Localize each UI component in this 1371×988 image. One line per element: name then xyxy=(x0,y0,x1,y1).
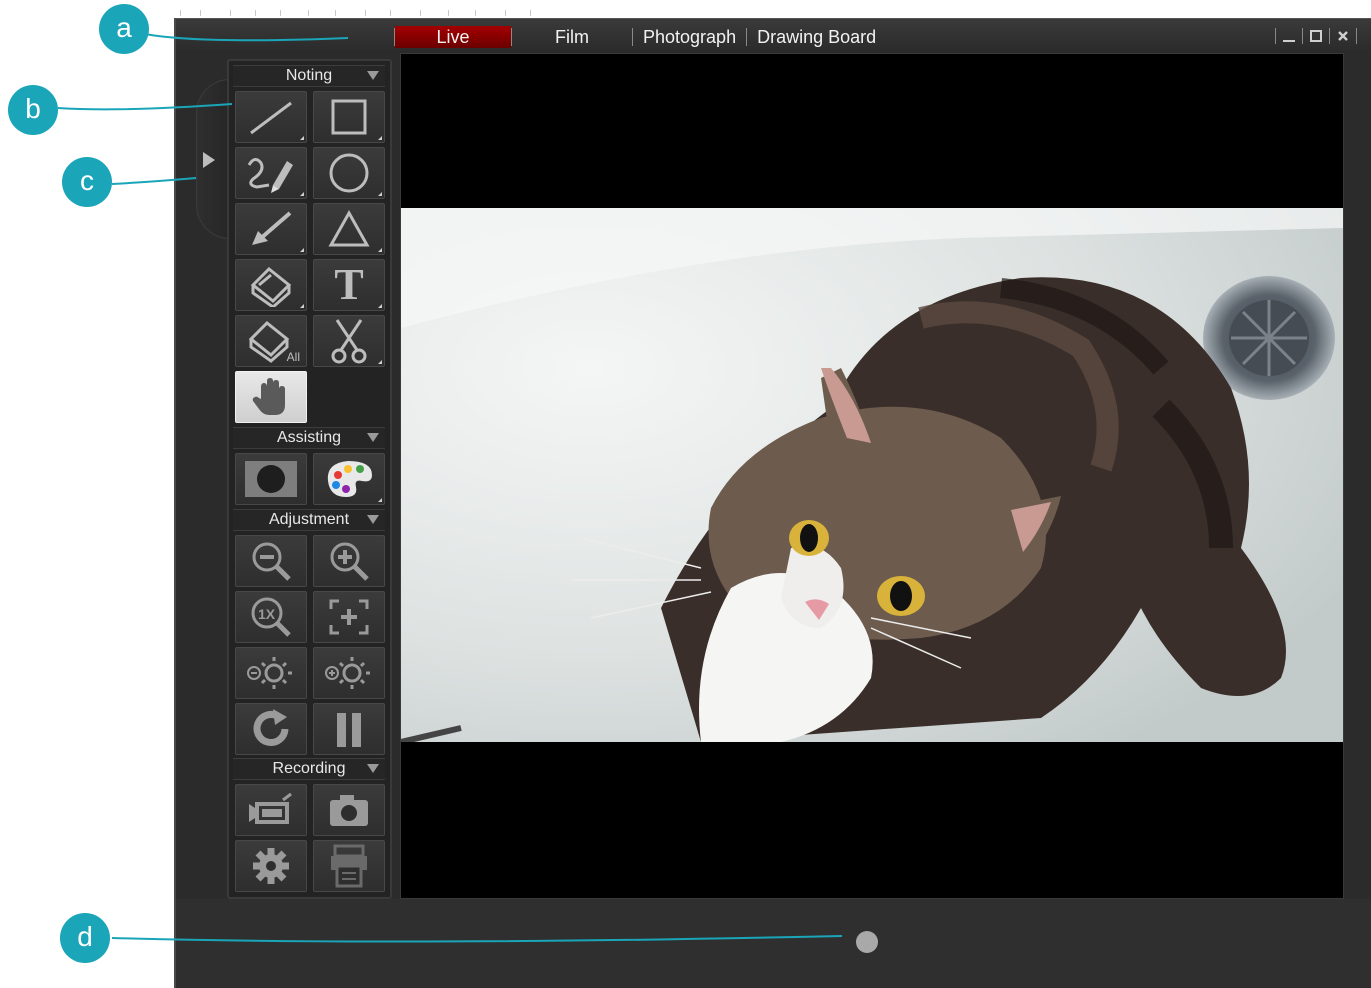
toolbox-expand-handle[interactable] xyxy=(196,79,230,239)
camera-icon xyxy=(330,795,368,826)
section-label: Recording xyxy=(272,760,346,777)
text-tool[interactable]: T xyxy=(313,259,385,311)
pause-button[interactable] xyxy=(313,703,385,755)
settings-button[interactable] xyxy=(235,840,307,892)
cat-photo xyxy=(401,208,1343,742)
eraser-tool[interactable] xyxy=(235,259,307,311)
eraser-icon xyxy=(250,266,292,307)
section-label: Noting xyxy=(285,67,333,84)
triangle-icon xyxy=(328,209,370,247)
fit-to-window-icon xyxy=(329,599,369,635)
live-view-canvas[interactable] xyxy=(400,53,1344,899)
circle-tool[interactable] xyxy=(313,147,385,199)
bottom-bar xyxy=(176,899,1371,988)
window-controls xyxy=(1275,27,1357,45)
camera-capture-button[interactable] xyxy=(313,784,385,836)
tab-film[interactable]: Film xyxy=(512,26,632,48)
rotate-button[interactable] xyxy=(235,703,307,755)
expand-arrow-icon xyxy=(203,152,215,168)
brightness-down-button[interactable] xyxy=(235,647,307,699)
callout-badge-d: d xyxy=(60,913,110,963)
top-ruler xyxy=(180,10,540,18)
pause-icon xyxy=(337,713,361,747)
callout-badge-c: c xyxy=(62,157,112,207)
line-tool[interactable] xyxy=(235,91,307,143)
zoom-1x-button[interactable]: 1X xyxy=(235,591,307,643)
collapse-triangle-icon xyxy=(367,71,379,80)
section-label: Assisting xyxy=(276,429,342,446)
arrow-icon xyxy=(252,211,292,245)
section-label: Adjustment xyxy=(268,511,350,528)
tab-drawing-board[interactable]: Drawing Board xyxy=(747,26,886,48)
section-recording[interactable]: Recording xyxy=(233,758,385,780)
minimize-icon[interactable] xyxy=(1280,27,1298,45)
hand-icon xyxy=(252,378,285,415)
brightness-up-button[interactable] xyxy=(313,647,385,699)
text-icon: T xyxy=(334,260,364,309)
spotlight-icon xyxy=(245,461,297,497)
triangle-tool[interactable] xyxy=(313,203,385,255)
freehand-pen-icon xyxy=(247,158,293,193)
cut-tool[interactable] xyxy=(313,315,385,367)
rectangle-tool[interactable] xyxy=(313,91,385,143)
tab-photograph[interactable]: Photograph xyxy=(633,26,746,48)
video-record-button[interactable] xyxy=(235,784,307,836)
brightness-down-icon xyxy=(247,657,292,689)
close-icon[interactable] xyxy=(1334,27,1352,45)
mode-tabs: Live Film Photograph Drawing Board xyxy=(394,25,886,49)
palette-icon xyxy=(327,461,372,497)
freehand-pen-tool[interactable] xyxy=(235,147,307,199)
hand-pan-tool[interactable] xyxy=(235,371,307,423)
gear-icon xyxy=(253,848,289,884)
maximize-icon[interactable] xyxy=(1307,27,1325,45)
section-adjustment[interactable]: Adjustment xyxy=(233,509,385,531)
fit-to-window-button[interactable] xyxy=(313,591,385,643)
rotate-icon xyxy=(253,709,289,746)
tab-live[interactable]: Live xyxy=(395,26,511,48)
title-bar: Live Film Photograph Drawing Board xyxy=(176,19,1371,53)
callout-badge-a: a xyxy=(99,4,149,54)
color-palette-tool[interactable] xyxy=(313,453,385,505)
rectangle-icon xyxy=(331,99,367,135)
callout-badge-b: b xyxy=(8,85,58,135)
video-camera-icon xyxy=(249,792,292,824)
arrow-tool[interactable] xyxy=(235,203,307,255)
zoom-1x-label: 1X xyxy=(258,606,276,622)
live-camera-image xyxy=(401,208,1343,742)
collapse-triangle-icon xyxy=(367,515,379,524)
zoom-in-icon xyxy=(330,542,369,581)
section-noting[interactable]: Noting xyxy=(233,65,385,87)
zoom-out-button[interactable] xyxy=(235,535,307,587)
circle-icon xyxy=(329,153,369,193)
collapse-triangle-icon xyxy=(367,764,379,773)
section-assisting[interactable]: Assisting xyxy=(233,427,385,449)
app-window: Live Film Photograph Drawing Board Notin… xyxy=(174,18,1371,988)
brightness-up-icon xyxy=(325,657,370,689)
timeline-slider-knob[interactable] xyxy=(856,931,878,953)
printer-icon xyxy=(331,844,367,888)
line-icon xyxy=(250,101,292,135)
erase-all-label: All xyxy=(286,350,300,364)
spotlight-tool[interactable] xyxy=(235,453,307,505)
scissors-icon xyxy=(331,319,367,364)
print-button[interactable] xyxy=(313,840,385,892)
toolbox-panel: Noting T All Assisting Adjustment 1X Rec… xyxy=(227,59,392,899)
stage: Live Film Photograph Drawing Board Notin… xyxy=(0,0,1371,988)
zoom-out-icon xyxy=(252,542,291,581)
zoom-in-button[interactable] xyxy=(313,535,385,587)
erase-all-tool[interactable]: All xyxy=(235,315,307,367)
collapse-triangle-icon xyxy=(367,433,379,442)
